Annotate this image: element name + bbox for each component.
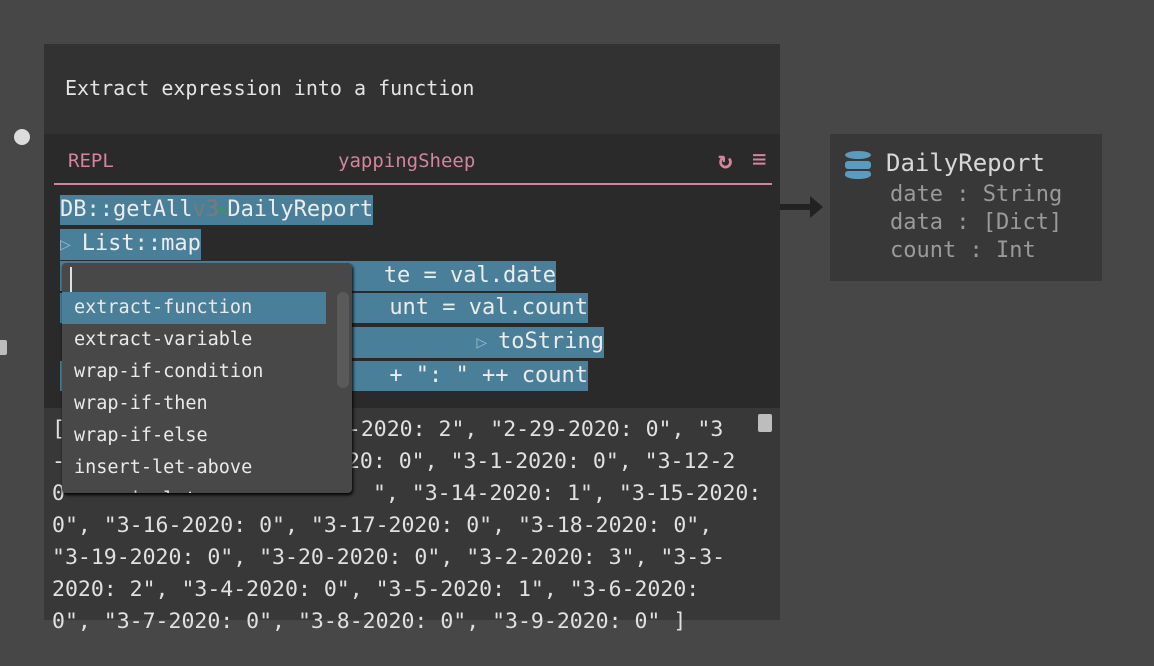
version-label: v3 bbox=[192, 197, 219, 222]
db-card[interactable]: DailyReport date : String data : [Dict] … bbox=[830, 134, 1102, 281]
code-line-db-getall[interactable]: DB::getAllv3↻DailyReport bbox=[60, 195, 374, 225]
title-bar: Extract expression into a function bbox=[44, 44, 780, 134]
output-line: 0", "3-7-2020: 0", "3-8-2020: 0", "3-9-2… bbox=[52, 609, 687, 634]
menu-icon[interactable]: ≡ bbox=[752, 145, 766, 173]
output-line: 2020: 2", "3-4-2020: 0", "3-5-2020: 1", … bbox=[52, 577, 700, 602]
db-field: date : String bbox=[890, 182, 1063, 207]
repl-label: REPL bbox=[68, 150, 114, 172]
output-line: 0", "3-16-2020: 0", "3-17-2020: 0", "3-1… bbox=[52, 513, 713, 538]
header-divider bbox=[54, 183, 772, 185]
refresh-icon[interactable]: ↻ bbox=[718, 146, 732, 174]
scrollbar[interactable] bbox=[337, 292, 349, 388]
copy-icon[interactable] bbox=[758, 414, 772, 432]
command-item-wrap-in-let[interactable]: wrap-in-let bbox=[62, 484, 326, 493]
function-name: DB::getAll bbox=[60, 197, 193, 222]
copy-icon[interactable] bbox=[0, 340, 7, 355]
arrow-head-icon bbox=[810, 196, 823, 218]
code-line-map[interactable]: ▷ List::map bbox=[60, 229, 201, 260]
handler-name[interactable]: yappingSheep bbox=[338, 150, 475, 172]
db-argument: DailyReport bbox=[227, 197, 374, 222]
database-icon bbox=[845, 151, 871, 179]
command-item-wrap-if-condition[interactable]: wrap-if-condition bbox=[62, 356, 326, 388]
pipe-arrow-icon: ▷ bbox=[60, 234, 82, 255]
db-field: count : Int bbox=[890, 238, 1036, 263]
output-line: "3-19-2020: 0", "3-20-2020: 0", "3-2-202… bbox=[52, 545, 726, 570]
command-input[interactable] bbox=[70, 267, 316, 295]
command-item-insert-let-above[interactable]: insert-let-above bbox=[62, 452, 326, 484]
panel-title: Extract expression into a function bbox=[65, 76, 475, 100]
db-field: data : [Dict] bbox=[890, 210, 1063, 235]
command-item-wrap-if-else[interactable]: wrap-if-else bbox=[62, 420, 326, 452]
command-item-extract-variable[interactable]: extract-variable bbox=[62, 324, 326, 356]
db-name: DailyReport bbox=[886, 149, 1045, 177]
handle-dot[interactable] bbox=[14, 129, 30, 145]
code-line-tostring[interactable]: ▷ toString bbox=[344, 327, 604, 358]
command-item-wrap-if-then[interactable]: wrap-if-then bbox=[62, 388, 326, 420]
arrow-connector bbox=[780, 204, 812, 210]
pipe-arrow-icon: ▷ bbox=[476, 332, 499, 353]
map-function: List::map bbox=[81, 231, 201, 256]
command-item-extract-function[interactable]: extract-function bbox=[62, 292, 326, 324]
tostring-function: toString bbox=[498, 329, 604, 354]
command-palette[interactable]: extract-function extract-variable wrap-i… bbox=[62, 263, 352, 493]
